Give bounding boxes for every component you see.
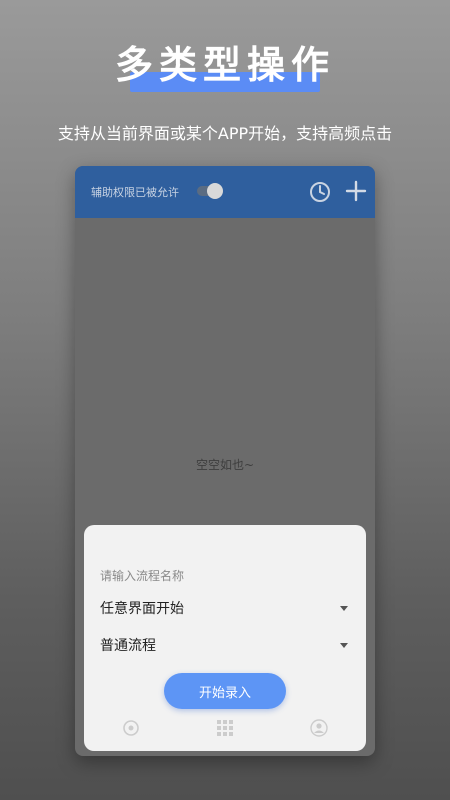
new-flow-bottom-sheet: 请输入流程名称 任意界面开始 普通流程 开始录入 [84, 525, 366, 751]
nav-item-profile [294, 719, 344, 739]
start-recording-button[interactable]: 开始录入 [164, 673, 286, 709]
flow-type-value: 普通流程 [100, 638, 156, 654]
refresh-icon [123, 720, 139, 736]
user-icon [310, 719, 328, 737]
dropdown-caret-icon [340, 642, 348, 648]
start-point-value: 任意界面开始 [100, 601, 184, 617]
empty-state-text: 空空如也~ [195, 458, 255, 472]
toggle-knob [207, 183, 223, 199]
flow-name-input[interactable]: 请输入流程名称 [100, 567, 184, 584]
faded-bottom-nav [84, 707, 366, 751]
nav-item-record [106, 719, 156, 739]
grid-icon [217, 720, 233, 736]
flow-type-select[interactable]: 普通流程 [100, 633, 352, 657]
accessibility-status-label: 辅助权限已被允许 [91, 186, 179, 199]
app-bar: 辅助权限已被允许 [75, 166, 375, 218]
accessibility-toggle[interactable] [197, 183, 223, 199]
dropdown-caret-icon [340, 605, 348, 611]
hero-subtitle: 支持从当前界面或某个APP开始，支持高频点击 [57, 124, 393, 143]
hero-title: 多类型操作 [114, 43, 335, 87]
hero-header: 多类型操作 [0, 42, 450, 92]
plus-icon[interactable] [345, 180, 367, 202]
start-point-select[interactable]: 任意界面开始 [100, 596, 352, 620]
nav-item-apps [200, 719, 250, 739]
clock-icon[interactable] [309, 181, 331, 203]
